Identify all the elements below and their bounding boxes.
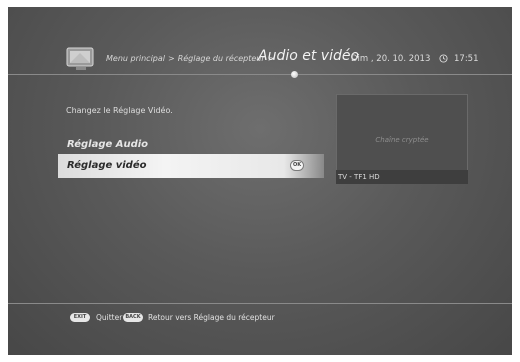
breadcrumb: Menu principal > Réglage du récepteur > <box>106 54 277 63</box>
time-display: 17:51 <box>454 54 479 64</box>
tv-icon <box>66 47 94 70</box>
footer-divider <box>8 303 512 304</box>
breadcrumb-item: Menu principal <box>106 54 165 63</box>
breadcrumb-separator: > <box>168 54 175 63</box>
channel-name: TV - TF1 HD <box>336 170 468 184</box>
breadcrumb-item: Réglage du récepteur <box>177 54 265 63</box>
header-indicator-dot <box>291 71 298 78</box>
clock-icon <box>439 54 448 63</box>
menu-item-label: Réglage vidéo <box>67 160 147 171</box>
exit-key-icon: EXIT <box>70 313 90 322</box>
back-key-icon: BACK <box>123 313 143 322</box>
date-display: Dim , 20. 10. 2013 <box>351 54 431 64</box>
back-hint: Retour vers Réglage du récepteur <box>148 313 275 322</box>
menu-item-video[interactable]: Réglage vidéo OK <box>58 154 324 178</box>
menu-item-label: Réglage Audio <box>67 139 149 150</box>
exit-hint: Quitter <box>96 313 123 322</box>
preview-message: Chaîne cryptée <box>375 136 429 144</box>
tv-screen: Menu principal > Réglage du récepteur > Aud… <box>8 7 512 355</box>
menu-caption: Changez le Réglage Vidéo. <box>66 106 173 115</box>
page-title: Audio et vidéo <box>258 48 360 64</box>
ok-button-icon: OK <box>290 160 304 171</box>
video-preview: Chaîne cryptée TV - TF1 HD <box>336 94 468 184</box>
header: Menu principal > Réglage du récepteur > Aud… <box>8 7 512 87</box>
header-divider <box>8 74 512 75</box>
